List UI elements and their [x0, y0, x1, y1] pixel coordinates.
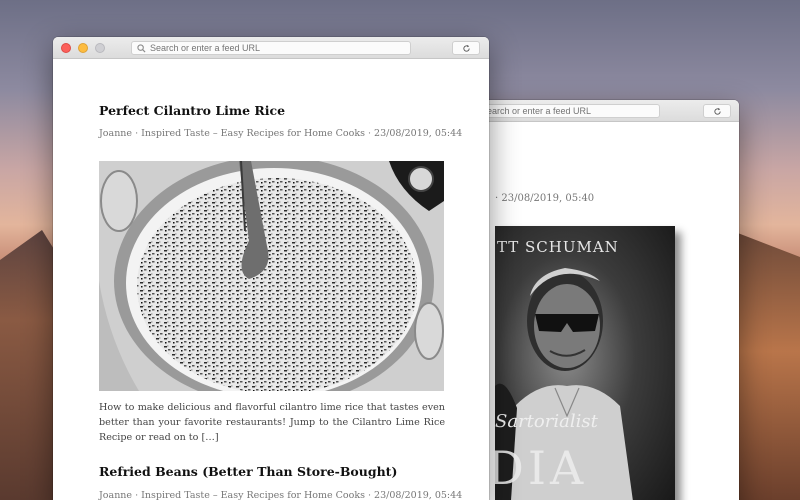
- reload-button[interactable]: [703, 104, 731, 118]
- article-meta: · 23/08/2019, 05:40: [495, 193, 595, 204]
- article-meta: Joanne · Inspired Taste – Easy Recipes f…: [99, 128, 463, 139]
- zoom-button[interactable]: [95, 43, 105, 53]
- article-title[interactable]: Perfect Cilantro Lime Rice: [99, 103, 445, 118]
- minimize-button[interactable]: [78, 43, 88, 53]
- url-input[interactable]: [150, 43, 410, 53]
- desktop-dune-right: [730, 230, 800, 500]
- url-input[interactable]: [481, 106, 659, 116]
- reload-icon: [713, 107, 721, 115]
- feed-window-front[interactable]: Perfect Cilantro Lime Rice Joanne · Insp…: [53, 37, 489, 500]
- search-icon: [137, 43, 146, 53]
- titlebar: [53, 37, 489, 59]
- url-bar[interactable]: [131, 41, 411, 55]
- traffic-lights: [61, 43, 105, 53]
- article-meta-wrap: Joanne · Inspired Taste – Easy Recipes f…: [99, 490, 463, 500]
- reload-button[interactable]: [452, 41, 480, 55]
- article-meta: Joanne · Inspired Taste – Easy Recipes f…: [99, 490, 463, 500]
- article-title-wrap: Refried Beans (Better Than Store-Bought): [99, 464, 445, 479]
- book-cover-image: ETT SCHUMAN Sartorialist DIA: [495, 226, 675, 500]
- cover-script-text: Sartorialist: [495, 411, 598, 432]
- article-excerpt-wrap: How to make delicious and flavorful cila…: [99, 400, 445, 445]
- url-bar[interactable]: [475, 104, 660, 118]
- cover-big-text: DIA: [495, 441, 588, 495]
- article-meta-wrap: Joanne · Inspired Taste – Easy Recipes f…: [99, 128, 463, 139]
- article-image: [99, 161, 444, 391]
- rice-pot-illustration: [99, 161, 444, 391]
- reload-icon: [462, 44, 470, 52]
- close-button[interactable]: [61, 43, 71, 53]
- article-title-wrap: Perfect Cilantro Lime Rice: [99, 103, 445, 118]
- article-title[interactable]: Refried Beans (Better Than Store-Bought): [99, 464, 445, 479]
- article-excerpt: How to make delicious and flavorful cila…: [99, 402, 445, 443]
